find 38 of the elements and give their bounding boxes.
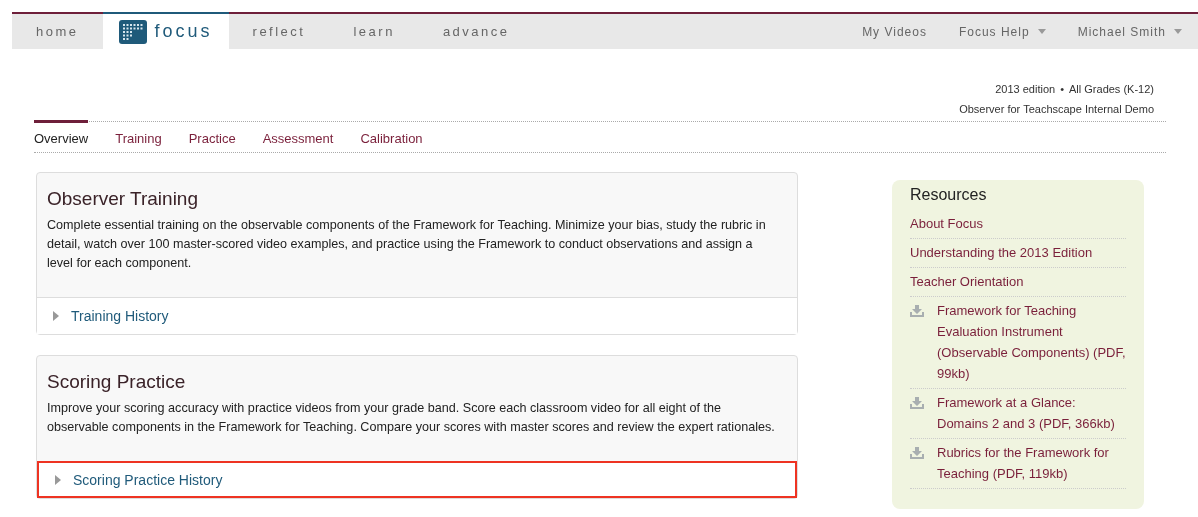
resource-link[interactable]: Framework at a Glance: Domains 2 and 3 (PDF, 366kb) [937,392,1126,434]
nav-tab[interactable]: advance [418,14,534,49]
tab[interactable]: Training [115,120,162,152]
resource-link[interactable]: Teacher Orientation [910,274,1024,289]
resource-link[interactable]: Understanding the 2013 Edition [910,245,1093,260]
section-title: Observer Training [47,188,199,210]
history-toggle[interactable]: Training History [37,297,797,334]
resources-title: Resources [910,186,988,204]
expand-icon [53,311,59,321]
grades-label: All Grades (K-12) [1069,82,1154,97]
tab[interactable]: Overview [34,120,89,152]
caret-icon [1037,29,1046,34]
nav-tab[interactable]: learn [329,14,419,49]
nav-tab[interactable]: focus [102,12,229,49]
resource-link[interactable]: About Focus [910,216,983,231]
section-description: Complete essential training on the observable components of the Framework for Teaching. Minimize your bias, study the rubric in detail, watch over 100 master-scored video examples, and practice using the Framework to conduct observations and assign a level for each component. [47,217,767,272]
nav-tab[interactable]: home [12,14,103,49]
tab[interactable]: Assessment [262,120,334,152]
section-title: Scoring Practice [47,371,187,393]
resource-link[interactable]: Rubrics for the Framework for Teaching (PDF, 119kb) [937,442,1126,484]
tab[interactable]: Calibration [360,120,423,152]
nav-menu[interactable]: Focus Help [942,14,1062,49]
nav-menu[interactable]: My Videos [846,14,943,49]
nav-menu[interactable]: Michael Smith [1061,14,1198,49]
edition-label: 2013 edition [995,82,1056,97]
resource-link[interactable]: Framework for Teaching Evaluation Instrument (Observable Components) (PDF, 99kb) [937,300,1126,384]
logo-icon [118,19,147,44]
nav-tab[interactable]: reflect [228,14,330,49]
tab[interactable]: Practice [188,120,236,152]
expand-icon [55,474,61,485]
history-toggle[interactable]: Scoring Practice History [37,461,797,498]
download-icon [910,397,924,409]
separator-dot: • [1060,82,1064,97]
caret-icon [1174,29,1182,34]
section-description: Improve your scoring accuracy with practice videos from your grade band. Score each classroom video for all eight of the observable components in the Framework for Teaching. Compare your scores with master scores and review the expert rationales. [47,400,776,436]
download-icon [910,305,924,317]
account-label: Observer for Teachscape Internal Demo [959,102,1154,117]
download-icon [910,447,924,459]
